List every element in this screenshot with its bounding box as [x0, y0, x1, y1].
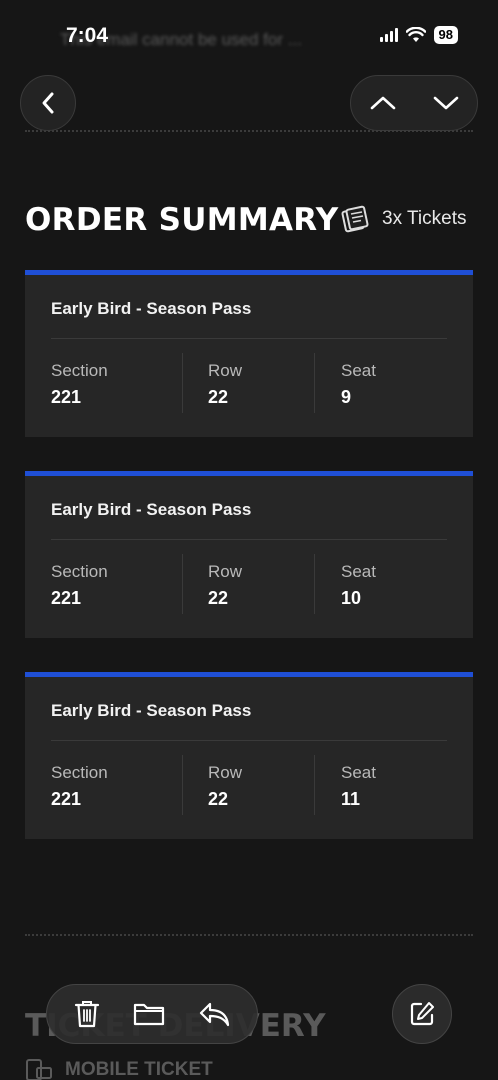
- battery-indicator: 98: [433, 26, 458, 44]
- row-label: Row: [208, 763, 243, 782]
- compose-icon: [410, 1002, 434, 1026]
- seat-label: Seat: [341, 763, 376, 782]
- seat-value: 10: [341, 588, 362, 608]
- ticket-count-label: 3x Tickets: [382, 208, 467, 229]
- seat-field: Seat 11: [341, 755, 376, 815]
- seat-value: 9: [341, 387, 352, 407]
- back-button[interactable]: [20, 75, 76, 131]
- row-field: Row 22: [208, 353, 242, 413]
- status-bar: This email cannot be used for ... 7:04 9…: [0, 0, 498, 60]
- ticket-count: 3x Tickets: [340, 204, 466, 234]
- page-title: ORDER SUMMARY: [25, 202, 339, 238]
- ticket-card: Early Bird - Season Pass Section 221 Row…: [25, 672, 473, 839]
- row-value: 22: [208, 789, 229, 809]
- section-value: 221: [51, 588, 82, 608]
- ticket-name: Early Bird - Season Pass: [51, 299, 252, 318]
- compose-button[interactable]: [392, 984, 452, 1044]
- status-icons: 98: [379, 26, 458, 44]
- row-field: Row 22: [208, 755, 242, 815]
- chevron-up-icon: [370, 96, 395, 110]
- column-divider: [314, 755, 315, 815]
- seat-value: 11: [341, 789, 361, 809]
- row-label: Row: [208, 562, 243, 581]
- ticket-card: Early Bird - Season Pass Section 221 Row…: [25, 471, 473, 638]
- next-message-button[interactable]: [421, 78, 471, 128]
- row-value: 22: [208, 588, 229, 608]
- column-divider: [314, 554, 315, 614]
- chevron-left-icon: [42, 92, 54, 114]
- card-divider: [51, 740, 447, 741]
- mail-toolbar: [46, 984, 258, 1044]
- column-divider: [182, 353, 183, 413]
- reply-icon[interactable]: [198, 1001, 230, 1027]
- card-divider: [51, 338, 447, 339]
- column-divider: [314, 353, 315, 413]
- column-divider: [182, 755, 183, 815]
- row-field: Row 22: [208, 554, 242, 614]
- section-field: Section 221: [51, 755, 108, 815]
- ticket-card: Early Bird - Season Pass Section 221 Row…: [25, 270, 473, 437]
- seat-label: Seat: [341, 361, 376, 380]
- mobile-ticket-icon: [26, 1059, 52, 1080]
- section-field: Section 221: [51, 554, 108, 614]
- section-value: 221: [51, 387, 82, 407]
- seat-field: Seat 9: [341, 353, 376, 413]
- section-field: Section 221: [51, 353, 108, 413]
- wifi-icon: [405, 27, 426, 42]
- row-value: 22: [208, 387, 229, 407]
- message-nav-control: [350, 75, 478, 131]
- divider: [25, 934, 473, 936]
- ticket-name: Early Bird - Season Pass: [51, 701, 252, 720]
- card-divider: [51, 539, 447, 540]
- seat-label: Seat: [341, 562, 376, 581]
- delivery-method-label: MOBILE TICKET: [65, 1059, 213, 1080]
- delivery-method: MOBILE TICKET: [25, 1058, 213, 1080]
- row-label: Row: [208, 361, 243, 380]
- ticket-name: Early Bird - Season Pass: [51, 500, 252, 519]
- divider: [25, 130, 473, 132]
- section-label: Section: [51, 763, 108, 782]
- trash-icon[interactable]: [74, 999, 100, 1029]
- section-value: 221: [51, 789, 82, 809]
- cellular-signal-icon: [379, 28, 398, 42]
- column-divider: [182, 554, 183, 614]
- previous-message-button[interactable]: [358, 78, 408, 128]
- section-label: Section: [51, 562, 108, 581]
- chevron-down-icon: [433, 96, 458, 110]
- status-time: 7:04: [66, 24, 109, 47]
- seat-field: Seat 10: [341, 554, 376, 614]
- folder-icon[interactable]: [133, 1001, 165, 1027]
- section-label: Section: [51, 361, 108, 380]
- ticket-icon: [341, 205, 369, 233]
